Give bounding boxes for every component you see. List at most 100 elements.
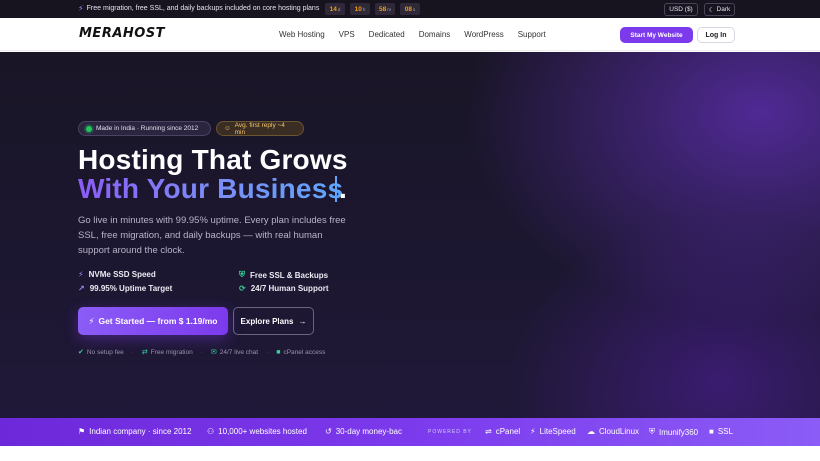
- powered-by-label: POWERED BY: [428, 429, 472, 435]
- feature-support-label: 24/7 Human Support: [250, 284, 329, 293]
- moon-icon: ☾: [708, 6, 715, 14]
- perk-no-setup-fee: ✔ No setup fee: [78, 348, 124, 357]
- bolt-icon: ⚡: [88, 315, 95, 326]
- perk-label: No setup fee: [86, 348, 124, 356]
- main-navigation: MERAHOST Web Hosting VPS Dedicated Domai…: [0, 18, 820, 51]
- bolt-icon: ⚡: [530, 427, 536, 436]
- nav-menu: Web Hosting VPS Dedicated Domains WordPr…: [279, 30, 560, 39]
- trust-company: ⚑ Indian company · since 2012: [78, 427, 191, 436]
- countdown-timer: 14 d 10 h 58 m 08 s: [325, 3, 420, 15]
- chat-icon: ✉: [210, 349, 217, 356]
- feature-uptime: ↗ 99.95% Uptime Target: [78, 284, 172, 293]
- nav-item-vps[interactable]: VPS: [339, 30, 355, 39]
- tech-imunify-label: Imunify360: [659, 427, 699, 437]
- countdown-seconds-value: 08: [404, 5, 412, 13]
- hero-title-period: .: [339, 173, 347, 204]
- explore-plans-label: Explore Plans: [240, 316, 294, 326]
- hero-description: Go live in minutes with 99.95% uptime. E…: [78, 215, 346, 256]
- tech-ssl-label: SSL: [717, 427, 733, 436]
- login-button[interactable]: Log In: [697, 27, 735, 43]
- trust-guarantee: ↺ 30-day money-bac: [325, 427, 402, 436]
- countdown-seconds: 08 s: [400, 3, 420, 15]
- feature-uptime-label: 99.95% Uptime Target: [89, 284, 173, 293]
- hero-section: Made in India · Running since 2012 ☺ Avg…: [0, 52, 820, 418]
- countdown-days-value: 14: [329, 5, 337, 13]
- tech-ssl: ■ SSL: [709, 427, 733, 436]
- countdown-minutes: 58 m: [375, 3, 395, 15]
- nav-item-dedicated[interactable]: Dedicated: [369, 30, 405, 39]
- check-circle-icon: ✔: [78, 349, 84, 356]
- logo[interactable]: MERAHOST: [79, 26, 165, 41]
- currency-label: USD ($): [669, 6, 693, 13]
- promo-message: ⚡ Free migration, free SSL, and daily ba…: [78, 4, 319, 13]
- trust-sites: ⚇ 10,000+ websites hosted: [207, 427, 307, 436]
- arrow-right-icon: →: [298, 316, 307, 326]
- perk-free-migration: ⇄ Free migration: [141, 348, 193, 357]
- get-started-button[interactable]: ⚡ Get Started — from $ 1.19/mo: [78, 307, 228, 335]
- perk-label: Free migration: [150, 348, 193, 356]
- start-website-button[interactable]: Start My Website: [620, 27, 693, 43]
- perk-label: cPanel access: [283, 348, 326, 356]
- lock-icon: ■: [276, 348, 281, 356]
- truck-icon: ⇄: [141, 349, 148, 356]
- bolt-icon: ⚡: [78, 270, 84, 279]
- support-icon: ⟳: [239, 284, 246, 293]
- trust-guarantee-label: 30-day money-bac: [335, 427, 402, 436]
- tech-cloudlinux-label: CloudLinux: [599, 427, 640, 436]
- users-icon: ⚇: [207, 427, 215, 436]
- reply-time-text: Avg. first reply ~4 min: [234, 121, 285, 136]
- trust-sites-label: 10,000+ websites hosted: [218, 427, 307, 436]
- nav-item-wordpress[interactable]: WordPress: [464, 30, 503, 39]
- hero-title-line1: Hosting That Grows: [78, 144, 348, 175]
- trust-strip: ⚑ Indian company · since 2012 ⚇ 10,000+ …: [0, 418, 820, 446]
- location-badge-text: Made in India · Running since 2012: [96, 125, 199, 132]
- typing-caret: [335, 176, 337, 202]
- feature-nvme: ⚡ NVMe SSD Speed: [78, 270, 156, 279]
- cloud-icon: ☁: [587, 427, 595, 436]
- feature-ssl-backups: ⛨ Free SSL & Backups: [239, 270, 328, 280]
- tech-litespeed: ⚡ LiteSpeed: [530, 427, 576, 436]
- tech-cloudlinux: ☁ CloudLinux: [587, 427, 639, 436]
- promo-text: Free migration, free SSL, and daily back…: [86, 5, 320, 12]
- tech-cpanel-label: cPanel: [495, 427, 521, 436]
- promo-bar: ⚡ Free migration, free SSL, and daily ba…: [0, 0, 820, 18]
- status-dot-icon: [86, 125, 92, 132]
- cpanel-icon: ⇌: [485, 427, 492, 436]
- tech-cpanel: ⇌ cPanel: [485, 427, 520, 436]
- reply-time-badge: ☺ Avg. first reply ~4 min: [216, 121, 304, 136]
- perks-list: ✔ No setup fee · ⇄ Free migration · ✉ 24/7 …: [78, 348, 325, 357]
- currency-selector[interactable]: USD ($): [664, 3, 698, 16]
- location-badge: Made in India · Running since 2012: [78, 121, 211, 136]
- countdown-seconds-unit: s: [412, 6, 416, 12]
- perk-label: 24/7 live chat: [219, 348, 259, 356]
- countdown-minutes-value: 58: [379, 5, 387, 13]
- bolt-icon: ⚡: [78, 4, 84, 13]
- countdown-hours-value: 10: [354, 5, 362, 13]
- headset-icon: ☺: [224, 125, 231, 132]
- countdown-hours: 10 h: [350, 3, 370, 15]
- feature-ssl-label: Free SSL & Backups: [250, 270, 329, 280]
- shield-icon: ⛨: [649, 427, 655, 436]
- perk-cpanel: ■ cPanel access: [276, 349, 325, 356]
- page-footer-area: [0, 446, 820, 461]
- feature-nvme-label: NVMe SSD Speed: [88, 270, 156, 279]
- trust-company-label: Indian company · since 2012: [89, 427, 192, 436]
- separator: ·: [266, 348, 269, 356]
- hero-title-line2: With Your Business: [78, 173, 344, 204]
- countdown-hours-unit: h: [362, 6, 366, 12]
- separator: ·: [200, 348, 203, 356]
- nav-item-web-hosting[interactable]: Web Hosting: [279, 30, 325, 39]
- tech-imunify: ⛨ Imunify360: [649, 427, 698, 437]
- dark-mode-label: Dark: [716, 6, 731, 13]
- nav-item-support[interactable]: Support: [518, 30, 546, 39]
- tech-litespeed-label: LiteSpeed: [539, 427, 576, 436]
- lock-icon: ■: [709, 427, 714, 436]
- nav-item-domains[interactable]: Domains: [419, 30, 451, 39]
- get-started-label: Get Started — from $ 1.19/mo: [98, 316, 218, 326]
- chart-icon: ↗: [78, 284, 85, 293]
- flag-icon: ⚑: [78, 427, 86, 436]
- dark-mode-toggle[interactable]: ☾ Dark: [704, 3, 735, 16]
- countdown-days: 14 d: [325, 3, 345, 15]
- explore-plans-button[interactable]: Explore Plans →: [233, 307, 314, 335]
- shield-icon: ⛨: [239, 270, 245, 279]
